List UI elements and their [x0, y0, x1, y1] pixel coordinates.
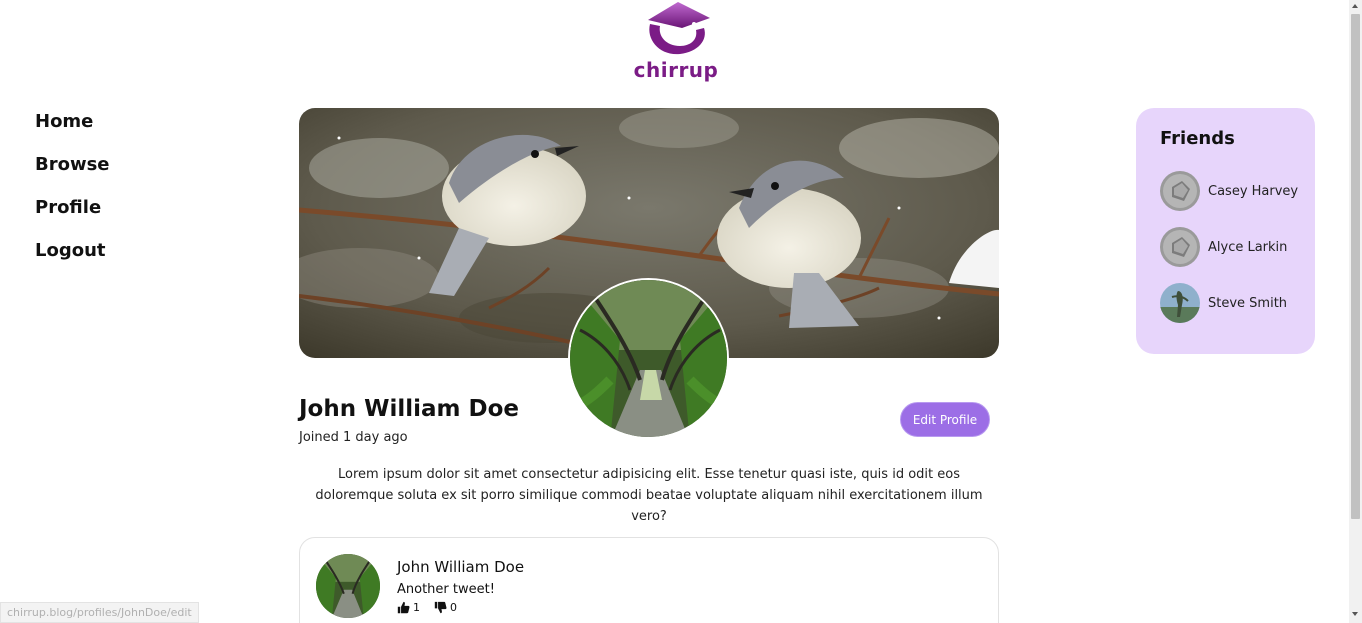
tree-tunnel-thumbnail: [316, 554, 380, 618]
friend-avatar: [1160, 227, 1200, 267]
tweet-author-name[interactable]: John William Doe: [397, 558, 524, 576]
landscape-avatar-icon: [1160, 283, 1200, 323]
scroll-up-arrow-icon[interactable]: [1352, 4, 1358, 8]
friend-item-alyce-larkin[interactable]: Alyce Larkin: [1160, 227, 1287, 267]
tweet-text: Another tweet!: [397, 582, 495, 597]
scroll-down-arrow-icon[interactable]: [1352, 612, 1358, 616]
edit-profile-button[interactable]: Edit Profile: [900, 402, 990, 437]
dislike-count: 0: [450, 601, 457, 614]
nav-item-profile[interactable]: Profile: [35, 196, 110, 239]
scroll-thumb[interactable]: [1351, 14, 1360, 519]
nav-item-browse[interactable]: Browse: [35, 153, 110, 196]
profile-avatar[interactable]: [568, 278, 729, 439]
friend-name: Steve Smith: [1208, 295, 1288, 311]
dislike-button[interactable]: 0: [434, 601, 457, 614]
profile-bio: Lorem ipsum dolor sit amet consectetur a…: [315, 467, 983, 524]
friends-title: Friends: [1160, 128, 1235, 149]
tweet-card: John William Doe Another tweet! 1 0: [299, 537, 999, 623]
chirrup-bird-logo-icon: [648, 2, 710, 55]
site-logo[interactable]: chirrup: [630, 0, 722, 84]
friends-panel: Friends Casey Harvey Alyce Larkin Steve …: [1136, 108, 1315, 354]
nav-item-logout[interactable]: Logout: [35, 239, 110, 282]
like-count: 1: [413, 601, 420, 614]
friend-avatar: [1160, 283, 1200, 323]
thumbs-up-icon: [397, 601, 410, 614]
friend-name: Casey Harvey: [1208, 183, 1299, 199]
thumbs-down-icon: [434, 601, 447, 614]
page-scrollbar[interactable]: [1349, 0, 1362, 623]
tweet-author-avatar[interactable]: [316, 554, 380, 618]
friend-item-steve-smith[interactable]: Steve Smith: [1160, 283, 1287, 323]
friend-item-casey-harvey[interactable]: Casey Harvey: [1160, 171, 1298, 211]
nav-item-home[interactable]: Home: [35, 110, 110, 153]
friend-name: Alyce Larkin: [1208, 239, 1288, 255]
default-avatar-icon: [1160, 171, 1200, 211]
profile-name: John William Doe: [299, 396, 520, 422]
like-button[interactable]: 1: [397, 601, 420, 614]
tweet-actions: 1 0: [397, 601, 471, 614]
tree-tunnel-image: [570, 280, 727, 437]
main-nav: Home Browse Profile Logout: [35, 110, 110, 282]
friend-avatar: [1160, 171, 1200, 211]
profile-joined-date: Joined 1 day ago: [299, 430, 408, 445]
default-avatar-icon: [1160, 227, 1200, 267]
browser-status-url: chirrup.blog/profiles/JohnDoe/edit: [0, 602, 199, 623]
logo-text: chirrup: [633, 58, 719, 82]
